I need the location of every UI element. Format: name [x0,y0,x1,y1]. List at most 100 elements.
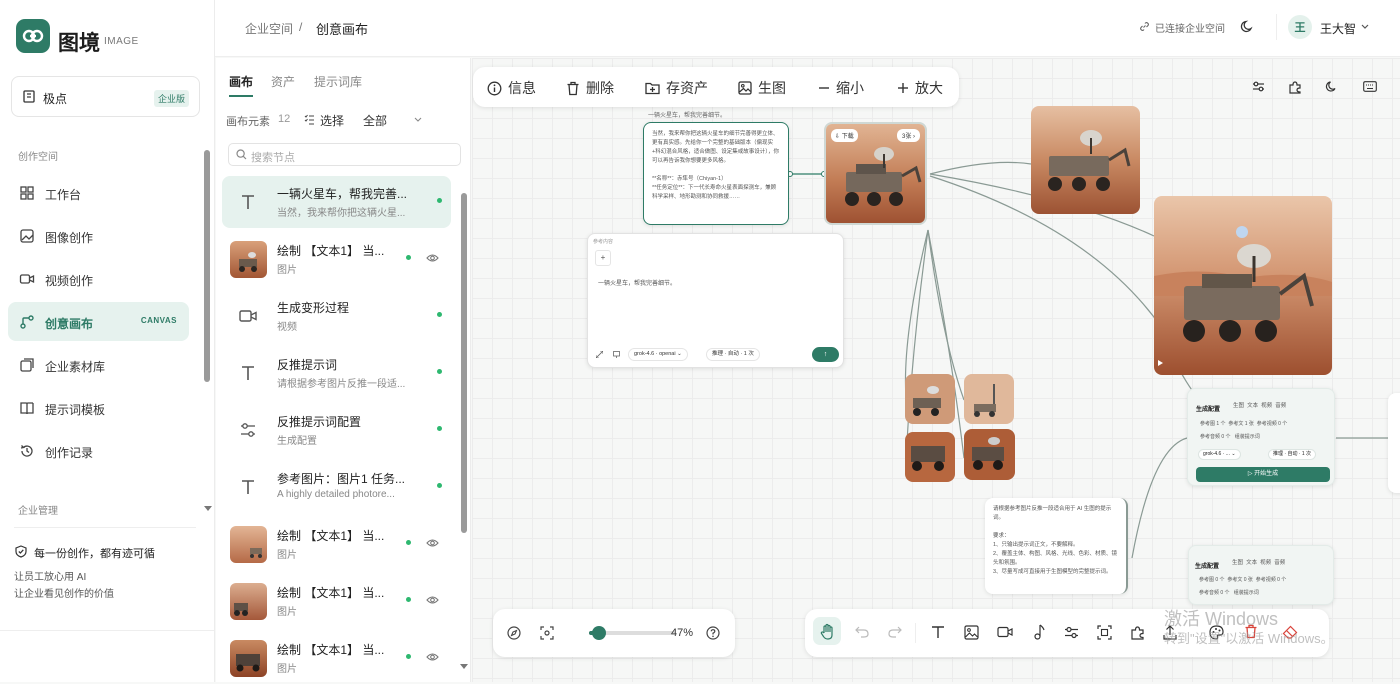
plugin-tool-icon[interactable] [1130,625,1145,640]
hand-icon[interactable] [820,623,836,641]
sidebar-item-prompt-templates[interactable]: 提示词模板 [8,388,189,427]
tab-assets[interactable]: 资产 [271,73,295,90]
params-select[interactable]: 推理 · 自动 · 1 次 [706,348,760,361]
sidebar-item-history[interactable]: 创作记录 [8,431,189,470]
sliders-icon [241,423,255,437]
chevron-down-icon[interactable] [204,506,212,512]
sidebar-scrollbar[interactable] [204,150,210,382]
tab-video[interactable]: 视频 [1261,403,1272,409]
list-item[interactable]: 反推提示词配置 生成配置 [222,404,451,456]
chevron-down-icon[interactable] [414,117,422,122]
tab-text[interactable]: 文本 [1247,403,1258,409]
select-button[interactable]: 选择 [320,112,344,129]
sidebar-item-image-create[interactable]: 图像创作 [8,216,189,255]
monitor-icon[interactable] [613,351,620,358]
search-input[interactable]: 搜索节点 [228,143,461,166]
workspace-switcher[interactable]: 极点 企业版 [11,76,200,117]
puzzle-icon[interactable] [1288,80,1302,94]
send-button[interactable]: ↑ [812,347,839,362]
audio-tool-icon[interactable] [1033,624,1045,640]
eye-icon[interactable] [426,595,439,605]
tab-video[interactable]: 视频 [1260,560,1271,566]
tab-audio[interactable]: 音频 [1274,560,1285,566]
app-logo-icon[interactable] [16,19,50,53]
assemble-prompt-button[interactable]: 组装提示词 [1234,590,1259,596]
info-button[interactable]: 信息 [487,78,536,98]
keyboard-icon[interactable] [1363,81,1377,92]
fit-screen-icon[interactable] [540,626,554,640]
sidebar-item-asset-library[interactable]: 企业素材库 [8,345,189,384]
list-item[interactable]: 绘制 【文本1】 当... 图片 [222,233,451,285]
sidebar-item-video-create[interactable]: 视频创作 [8,259,189,298]
gen-config-tabs[interactable]: 生图 文本 视频 音频 [1232,558,1285,568]
image-node-small[interactable] [964,429,1015,480]
tab-text[interactable]: 文本 [1246,560,1257,566]
add-reference-button[interactable]: + [595,250,611,266]
list-item[interactable]: 反推提示词 请根据参考图片反推一段适... [222,347,451,399]
list-item[interactable]: 绘制 【文本1】 当... 图片 [222,575,451,627]
image-node-small[interactable] [964,374,1014,424]
list-item[interactable]: 绘制 【文本1】 当... 图片 [222,632,451,684]
avatar[interactable]: 王 [1288,15,1312,39]
eye-icon[interactable] [426,253,439,263]
model-select[interactable]: grok-4.6 · openai ⌄ [628,348,688,361]
image-count-badge[interactable]: 3张 › [896,129,920,142]
node-partial[interactable] [1388,393,1400,493]
params-select[interactable]: 推理 · 自动 · 1 次 [1268,449,1317,460]
list-item[interactable]: 参考图片：图片1 任务... A highly detailed photore… [222,461,451,513]
video-tool-icon[interactable] [997,626,1013,638]
gen-config-card[interactable]: 生成配置 生图 文本 视频 音频 参考图 1 个 参考文 1 张 参考视频 0 … [1187,388,1335,486]
assemble-prompt-button[interactable]: 组装提示词 [1235,434,1260,440]
start-generate-button[interactable]: ▷ 开始生成 [1196,467,1330,482]
redo-icon[interactable] [888,626,902,638]
image-node-small[interactable] [905,432,955,482]
image-node-large[interactable] [1154,196,1332,375]
generate-image-button[interactable]: 生图 [738,78,786,98]
zoom-slider-handle[interactable] [592,626,606,640]
image-tool-icon[interactable] [964,625,979,640]
model-select[interactable]: grok-4.6 · ... ⌄ [1198,449,1241,460]
panel-scrollbar[interactable] [461,193,467,533]
tab-image[interactable]: 生图 [1233,403,1244,409]
image-node[interactable] [1031,106,1140,214]
eye-icon[interactable] [426,538,439,548]
image-node-small[interactable] [905,374,955,424]
chevron-down-icon[interactable] [460,664,468,670]
sidebar-item-canvas[interactable]: 创意画布 CANVAS [8,302,189,341]
chevron-down-icon[interactable] [1361,24,1369,29]
settings-sliders-icon[interactable] [1252,80,1265,93]
breadcrumb-root[interactable]: 企业空间 [245,20,293,37]
gen-config-card[interactable]: 生成配置 生图 文本 视频 音频 参考图 0 个 参考文 0 张 参考视频 0 … [1188,545,1334,605]
moon-icon[interactable] [1325,80,1338,93]
tab-image[interactable]: 生图 [1232,560,1243,566]
config-tool-icon[interactable] [1064,625,1079,640]
prompt-card[interactable]: 参考内容 + 一辆火星车，帮我完善细节。 grok-4.6 · openai ⌄… [587,233,844,368]
filter-select[interactable]: 全部 [363,112,387,129]
tab-canvas[interactable]: 画布 [229,73,253,90]
help-icon[interactable] [706,626,720,640]
list-item[interactable]: 一辆火星车，帮我完善... 当然，我来帮你把这辆火星... [222,176,451,228]
expand-icon[interactable] [596,351,603,358]
zoom-out-button[interactable]: 缩小 [818,78,864,98]
user-name[interactable]: 王大智 [1320,20,1356,37]
download-button[interactable]: ⇩ 下载 [831,129,858,142]
canvas-area[interactable]: 一辆火星车，帮我完善细节。 当然，我来帮你把这辆火星车的细节完善得更立体、更有真… [472,58,1400,682]
gen-config-tabs[interactable]: 生图 文本 视频 音频 [1233,401,1286,411]
compass-icon[interactable] [507,626,521,640]
zoom-in-button[interactable]: 放大 [897,78,943,98]
eye-icon[interactable] [426,652,439,662]
scan-tool-icon[interactable] [1097,625,1112,640]
tab-audio[interactable]: 音频 [1275,403,1286,409]
text-node[interactable]: 当然，我来帮你把这辆火星车的细节完善得更立体、更有真实感。先给你一个完整的基础版… [643,122,789,225]
sidebar-item-dashboard[interactable]: 工作台 [8,173,189,212]
save-asset-button[interactable]: 存资产 [645,78,708,98]
list-item[interactable]: 绘制 【文本1】 当... 图片 [222,518,451,570]
moon-icon[interactable] [1240,19,1255,34]
tab-prompt-library[interactable]: 提示词库 [314,73,362,90]
reverse-prompt-node[interactable]: 请根据参考图片反推一段适合用于 AI 生图的提示词。 要求： 1、只输出提示词正… [985,498,1128,594]
delete-button[interactable]: 删除 [566,78,614,98]
text-tool-icon[interactable] [931,625,945,639]
list-item[interactable]: 生成变形过程 视频 [222,290,451,342]
undo-icon[interactable] [855,626,869,638]
image-node-selected[interactable]: ⇩ 下载 3张 › [824,122,927,225]
